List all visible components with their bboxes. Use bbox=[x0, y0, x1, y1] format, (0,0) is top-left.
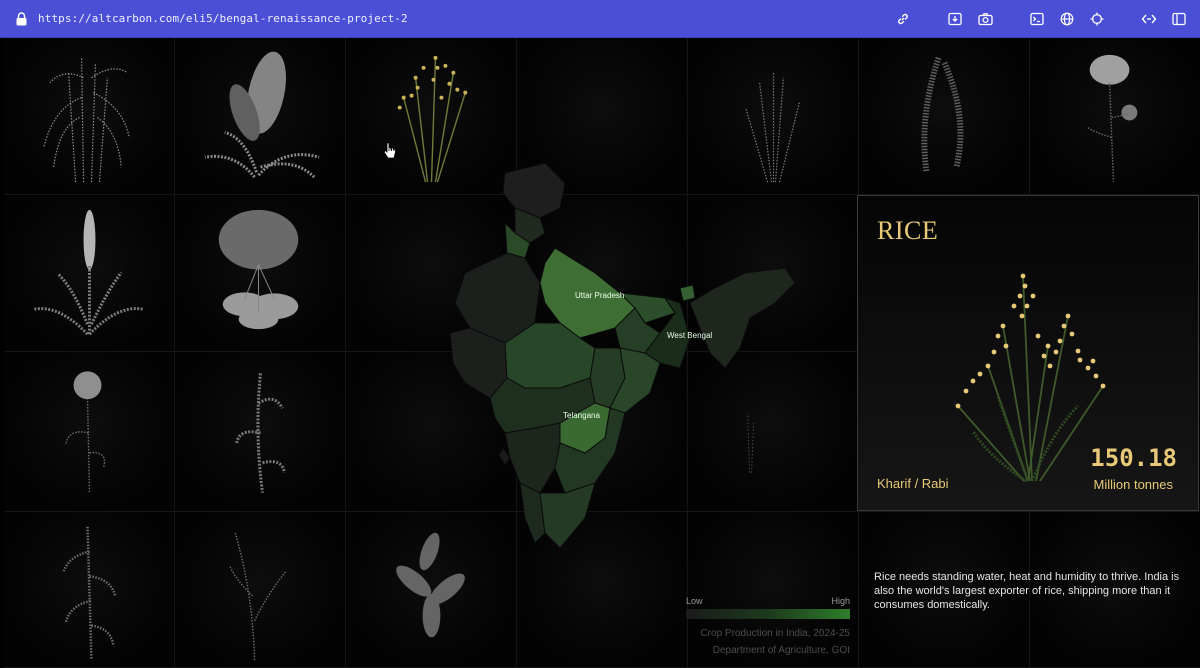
label-west-bengal: West Bengal bbox=[667, 331, 712, 340]
legend-low-label: Low bbox=[686, 596, 703, 606]
globe-icon[interactable] bbox=[1058, 10, 1076, 28]
mustard-plant-icon bbox=[64, 371, 106, 493]
map-source: Crop Production in India, 2024-25 Depart… bbox=[700, 625, 850, 659]
sugarcane-plant-icon bbox=[43, 57, 130, 183]
crop-cell-cotton[interactable] bbox=[1030, 38, 1200, 195]
state-jammu-kashmir[interactable] bbox=[502, 163, 566, 219]
hand-cursor-icon bbox=[383, 142, 396, 159]
crop-title: RICE bbox=[877, 216, 939, 245]
source-org: Department of Agriculture, GOI bbox=[712, 645, 850, 656]
crop-season: Kharif / Rabi bbox=[877, 476, 949, 491]
crop-cell-soybean[interactable] bbox=[175, 352, 346, 512]
production-unit: Million tonnes bbox=[1093, 477, 1174, 492]
groundnut-plant-icon bbox=[218, 209, 299, 330]
millet-plant-icon bbox=[33, 209, 144, 336]
source-title: Crop Production in India, 2024-25 bbox=[700, 628, 850, 639]
crop-cell-sesame[interactable] bbox=[175, 512, 346, 668]
sesame-plant-icon bbox=[229, 531, 287, 661]
crop-cell-maize[interactable] bbox=[175, 38, 346, 195]
crop-cell-mustard[interactable] bbox=[4, 352, 175, 512]
crop-explorer-stage: Uttar Pradesh West Bengal Telangana Low … bbox=[0, 38, 1200, 668]
crop-description: Rice needs standing water, heat and humi… bbox=[874, 571, 1180, 611]
state-kerala[interactable] bbox=[519, 482, 546, 544]
link-icon[interactable] bbox=[894, 10, 912, 28]
crop-cell-jute[interactable] bbox=[4, 512, 175, 668]
crop-cell-millet[interactable] bbox=[4, 195, 175, 352]
code-icon[interactable] bbox=[1140, 10, 1158, 28]
camera-icon[interactable] bbox=[976, 10, 994, 28]
crosshair-icon[interactable] bbox=[1088, 10, 1106, 28]
browser-toolbar bbox=[894, 0, 1188, 38]
jute-plant-icon bbox=[62, 526, 117, 661]
browser-url-bar: https://altcarbon.com/eli5/bengal-renais… bbox=[0, 0, 1200, 38]
maize-plant-icon bbox=[204, 51, 320, 179]
lock-icon bbox=[14, 11, 28, 27]
production-value: 150.18 bbox=[1090, 444, 1177, 472]
india-crop-map: Uttar Pradesh West Bengal Telangana bbox=[449, 163, 796, 549]
crop-cell-groundnut[interactable] bbox=[175, 195, 346, 352]
state-tamil-nadu[interactable] bbox=[539, 482, 596, 549]
state-northeast[interactable] bbox=[689, 267, 796, 369]
download-icon[interactable] bbox=[946, 10, 964, 28]
crop-cell-pulses[interactable] bbox=[859, 38, 1030, 195]
label-uttar-pradesh: Uttar Pradesh bbox=[575, 291, 624, 300]
legend-high-label: High bbox=[831, 596, 850, 606]
label-telangana: Telangana bbox=[563, 411, 600, 420]
cotton-plant-icon bbox=[1087, 54, 1138, 183]
state-sikkim[interactable] bbox=[679, 284, 696, 302]
legend-gradient-bar bbox=[686, 609, 850, 619]
crop-detail-card: RICE Kharif / Rabi 150.18 Million tonnes bbox=[857, 195, 1199, 511]
state-karnataka[interactable] bbox=[504, 422, 561, 494]
soybean-plant-icon bbox=[235, 373, 286, 493]
crop-cell-sugarcane[interactable] bbox=[4, 38, 175, 195]
terminal-icon[interactable] bbox=[1028, 10, 1046, 28]
address-text[interactable]: https://altcarbon.com/eli5/bengal-renais… bbox=[38, 12, 408, 25]
sidebar-icon[interactable] bbox=[1170, 10, 1188, 28]
map-legend: Low High bbox=[686, 596, 850, 619]
pulse-pod-icon bbox=[921, 56, 964, 173]
